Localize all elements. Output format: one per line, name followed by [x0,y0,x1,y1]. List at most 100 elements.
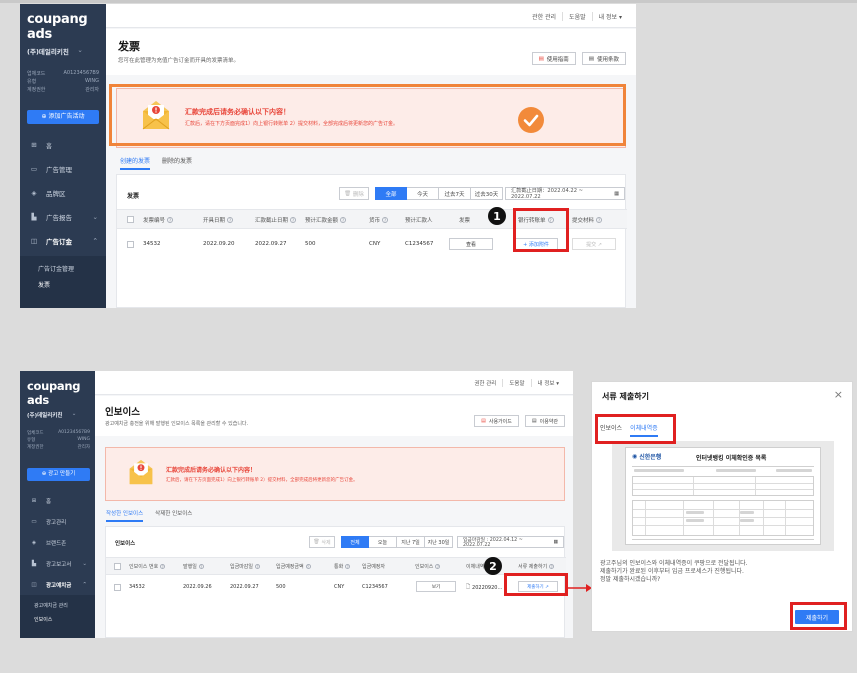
cell-currency: CNY [334,584,345,590]
create-ad-button[interactable]: ⊕ 광고 만들기 [27,468,90,481]
col-invoice-number: 发票编号? [143,217,174,224]
tab-transfer-receipt[interactable]: 이체내역증 [630,423,658,437]
transfer-table [632,500,814,536]
nav-item-brand-zone[interactable]: ◈ 브랜드존 [20,537,95,548]
transfer-file-link[interactable]: 🗋 20220920... [466,584,502,592]
filter-today[interactable]: 今天 [407,187,439,200]
add-campaign-button[interactable]: ⊕ 添加广告活动 [27,110,99,124]
view-invoice-button[interactable]: 查看 [449,238,493,250]
row-checkbox[interactable] [127,241,134,248]
tab-created-invoices[interactable]: 작성한 인보이스 [106,509,144,522]
alert-body: 汇款后，请在下方页面完成1）向上银行转账单 2）提交材料，全部完成后将更新您的广… [166,478,358,483]
bar-chart-icon: ▙ [31,560,37,567]
delete-button[interactable]: 🗑 삭제 [309,536,335,548]
trash-icon: 🗑 [313,539,320,545]
usage-guide-button[interactable]: ▤ 使用指南 [531,52,576,65]
company-name: (주)데일리키친 [27,48,69,56]
table-header: 发票编号? 开具日期? 汇款截止日期? 预计汇款金额? 货币? 预计汇款人 发票… [117,209,627,229]
help-icon: ? [382,217,389,223]
filter-30days[interactable]: 지난 30일 [425,536,453,548]
terms-button[interactable]: ▤ 이용약관 [524,415,565,427]
tab-deleted-invoices[interactable]: 删除的发票 [162,156,192,170]
permission-link[interactable]: 관한 관리 [526,11,564,21]
nav-item-home[interactable]: ⊞ 홈 [20,495,95,506]
modal-message: 광고주님의 인보이스와 이체내역증이 쿠팡으로 전달됩니다. 제출하기가 완료된… [600,560,748,583]
help-icon: ? [227,217,234,223]
date-range-picker[interactable]: 입금마감일 : 2022.04.12 ~ 2022.07.22 ▦ [457,536,564,548]
filter-today[interactable]: 오늘 [369,536,397,548]
submit-docs-button[interactable]: 제출하기 ↗ [518,581,558,592]
permission-link[interactable]: 권한 관리 [468,379,504,387]
col-submit-docs: 提交材料? [572,217,603,224]
select-all-checkbox[interactable] [127,216,134,223]
chevron-up-icon: ⌃ [92,237,98,245]
nav-item-ad-report[interactable]: ▙ 광고보고서 ⌄ [20,558,95,569]
filter-all[interactable]: 全部 [375,187,407,200]
cell-amount: 500 [276,584,286,590]
col-invoice-number: 인보이스 번호? [129,564,166,570]
envelope-alert-icon [142,101,170,130]
tab-invoice[interactable]: 인보이스 [600,423,622,437]
info-row: 업체코드 A01234567B9 [27,70,99,77]
company-selector[interactable]: (주)데일리키친 ⌄ [27,46,83,56]
submit-docs-button[interactable]: 提交 ↗ [572,238,616,250]
arrow-right-icon [568,584,592,592]
my-info-menu[interactable]: 내 정보 ▾ [532,379,565,387]
sub-nav: 广告订金管理 发票 [20,256,106,308]
calendar-icon: ▦ [614,190,619,197]
help-icon: ? [596,217,603,223]
help-link[interactable]: 도움말 [503,379,532,387]
nav-item-ad-report[interactable]: ▙ 广告报告 ⌄ [20,211,106,223]
coupang-ads-logo: coupang ads [27,12,88,42]
chevron-down-icon: ⌄ [92,213,98,221]
help-icon: ? [255,564,261,569]
top-invoice-screen: coupang ads (주)데일리키친 ⌄ 업체코드 A01234567B9 유… [20,4,636,308]
folder-icon: ▭ [31,518,37,525]
sub-nav-deposit-management[interactable]: 广告订金管理 [38,264,74,273]
filter-7days[interactable]: 지난 7일 [397,536,425,548]
bank-logo: ◉ 신한은행 [632,453,662,461]
company-selector[interactable]: (주)데일리키친 ⌄ [27,411,76,419]
nav-item-ad-deposit[interactable]: ◫ 广告订金 ⌃ [20,235,106,247]
nav-item-brand-zone[interactable]: ◈ 品牌区 [20,187,106,199]
select-all-checkbox[interactable] [114,563,121,570]
view-invoice-button[interactable]: 보기 [416,581,456,592]
chevron-down-icon: ⌄ [71,411,77,417]
help-link[interactable]: 도움말 [563,11,593,21]
date-range-picker[interactable]: 汇款截止日期：2022.04.22 ~ 2022.07.22 ▦ [505,187,625,200]
my-info-menu[interactable]: 내 정보 ▾ [593,12,628,21]
nav-item-ad-management[interactable]: ▭ 광고관리 [20,516,95,527]
nav-item-ad-management[interactable]: ▭ 广告管理 [20,163,106,175]
nav-item-home[interactable]: ⊞ 홈 [20,139,106,151]
sub-nav-invoice[interactable]: 인보이스 [34,616,52,623]
page-top-border [0,0,857,3]
delete-button[interactable]: 🗑 删除 [339,187,369,200]
step-marker-1: 1 [488,207,506,225]
filter-all[interactable]: 전체 [341,536,369,548]
help-icon: ? [547,217,554,223]
help-icon: ? [345,564,351,569]
sidebar: coupang ads (주)데일리키친 ⌄ 업체코드 A01234567B9 유… [20,371,95,638]
col-due-date: 汇款截止日期? [255,217,297,224]
filter-30days[interactable]: 过去30天 [471,187,503,200]
usage-guide-button[interactable]: ▤ 사용가이드 [474,415,519,427]
filter-7days[interactable]: 过去7天 [439,187,471,200]
terms-button[interactable]: ▤ 使用条款 [581,52,626,65]
cell-payer: C1234567 [405,241,434,247]
submit-button[interactable]: 제출하기 [795,610,839,624]
file-icon: 🗋 [466,584,471,590]
tab-deleted-invoices[interactable]: 삭제한 인보이스 [155,509,192,522]
sub-nav-deposit-management[interactable]: 광고예치금 관리 [34,602,68,609]
close-icon[interactable]: × [834,388,843,401]
nav-item-ad-deposit[interactable]: ◫ 광고예치금 ⌃ [20,579,95,590]
invoice-tabs: 创建的发票 删除的发票 [120,156,192,170]
tab-created-invoices[interactable]: 创建的发票 [120,156,151,170]
alert-body: 汇款后，请在下方页面完成1）向上银行转账单 2）提交材料，全部完成后将更新您的广… [185,121,398,127]
help-icon: ? [160,564,166,569]
add-attachment-button[interactable]: + 添加附件 [514,238,558,250]
row-checkbox[interactable] [114,584,121,591]
cell-due-date: 2022.09.27 [230,584,259,590]
invoice-card: 发票 🗑 删除 全部 今天 过去7天 过去30天 汇款截止日期：2022.04.… [116,174,627,308]
sub-nav-invoice[interactable]: 发票 [38,280,50,289]
col-currency: 통화? [334,564,351,570]
